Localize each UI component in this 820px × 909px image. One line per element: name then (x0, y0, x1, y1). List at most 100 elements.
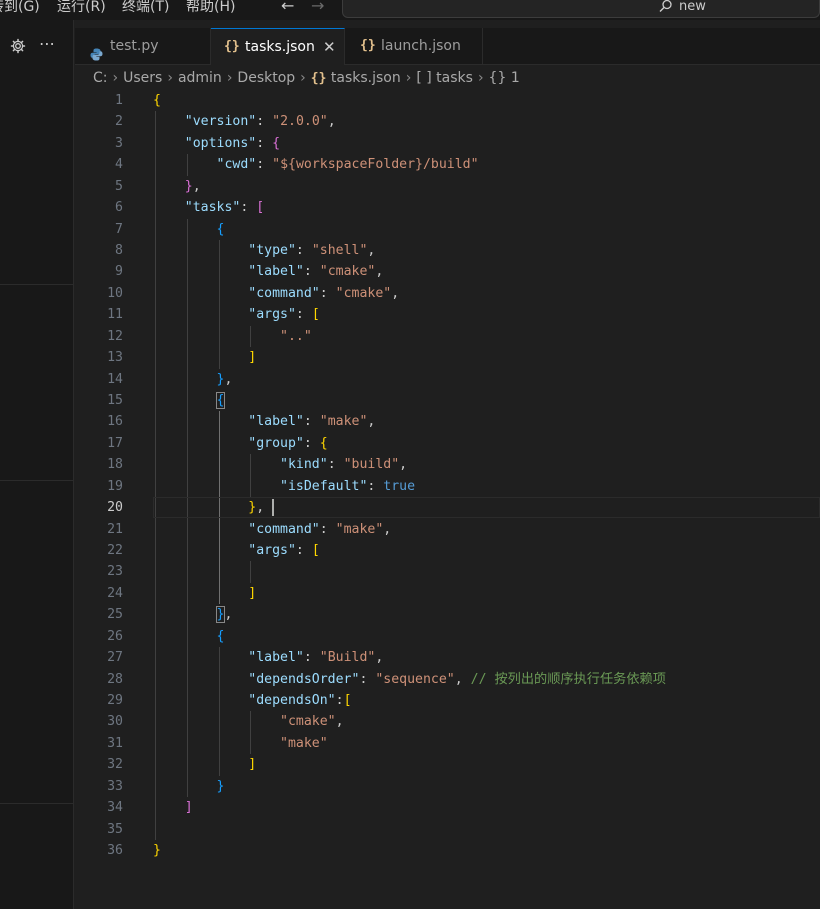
line-number: 1 (115, 93, 123, 108)
code-text: "tasks": [ (153, 197, 264, 218)
tab-label: test.py (110, 38, 159, 54)
code-text: } (153, 776, 225, 797)
code-token: "label" (248, 264, 304, 280)
code-line[interactable]: 21 "command": "make", (75, 519, 820, 540)
code-line[interactable]: 36} (75, 840, 820, 861)
code-line[interactable]: 16 "label": "make", (75, 411, 820, 432)
back-arrow-icon[interactable]: ← (281, 0, 294, 15)
code-line[interactable]: 22 "args": [ (75, 540, 820, 561)
breadcrumb-file[interactable]: tasks.json (331, 70, 401, 86)
code-line[interactable]: 31 "make" (75, 733, 820, 754)
tab-tasks-json[interactable]: {} tasks.json ✕ (211, 28, 345, 65)
code-line[interactable]: 25 }, (75, 604, 820, 625)
code-text: "dependsOn":[ (153, 690, 351, 711)
menu-terminal[interactable]: 终端(T) (122, 0, 169, 15)
code-line[interactable]: 24 ] (75, 583, 820, 604)
code-line[interactable]: 34 ] (75, 797, 820, 818)
code-line[interactable]: 15 { (75, 390, 820, 411)
code-line[interactable]: 28 "dependsOrder": "sequence", // 按列出的顺序… (75, 669, 820, 690)
code-token: , (367, 414, 376, 430)
tab-launch-json[interactable]: {} launch.json (345, 28, 483, 64)
code-line[interactable]: 33 } (75, 776, 820, 797)
line-number: 32 (107, 757, 123, 773)
code-line[interactable]: 18 "kind": "build", (75, 454, 820, 475)
code-text: "cmake", (153, 711, 344, 732)
code-line[interactable]: 1{ (75, 90, 820, 111)
code-token: , (224, 371, 233, 387)
code-line[interactable]: 30 "cmake", (75, 711, 820, 732)
code-line[interactable]: 35 (75, 819, 820, 840)
code-line[interactable]: 12 ".." (75, 326, 820, 347)
code-token: : (335, 693, 344, 709)
code-line[interactable]: 26 { (75, 626, 820, 647)
code-token: : (319, 521, 336, 537)
code-token: "cmake" (335, 285, 392, 301)
breadcrumb-item[interactable]: 1 (511, 70, 520, 86)
code-line[interactable]: 9 "label": "cmake", (75, 261, 820, 282)
code-line[interactable]: 2 "version": "2.0.0", (75, 111, 820, 132)
line-number: 29 (107, 693, 123, 709)
code-token: : (303, 435, 320, 451)
code-line[interactable]: 14 }, (75, 369, 820, 390)
code-line[interactable]: 11 "args": [ (75, 304, 820, 325)
code-line[interactable]: 17 "group": { (75, 433, 820, 454)
code-line[interactable]: 29 "dependsOn":[ (75, 690, 820, 711)
line-number: 36 (107, 843, 123, 859)
code-line[interactable]: 13 ] (75, 347, 820, 368)
code-token: , (375, 650, 384, 666)
line-number: 9 (115, 264, 123, 280)
code-text: ] (153, 754, 256, 775)
code-line[interactable]: 8 "type": "shell", (75, 240, 820, 261)
menu-run[interactable]: 运行(R) (57, 0, 106, 15)
code-line[interactable]: 7 { (75, 219, 820, 240)
menu-go[interactable]: 转到(G) (0, 0, 40, 15)
code-line[interactable]: 27 "label": "Build", (75, 647, 820, 668)
code-editor[interactable]: 1{2 "version": "2.0.0", 3 "options": {4 "… (75, 90, 820, 909)
gear-icon[interactable] (10, 38, 26, 58)
breadcrumb-users[interactable]: Users (123, 70, 162, 86)
code-line[interactable]: 6 "tasks": [ (75, 197, 820, 218)
code-token: ] (248, 585, 257, 601)
code-line[interactable]: 23 (75, 561, 820, 582)
line-number: 31 (107, 735, 123, 751)
breadcrumb-desktop[interactable]: Desktop (237, 70, 295, 86)
close-icon[interactable]: ✕ (323, 29, 336, 65)
code-line[interactable]: 32 ] (75, 754, 820, 775)
array-icon: [ ] (416, 70, 432, 86)
code-token: , (383, 521, 392, 537)
code-token: , (192, 178, 201, 194)
line-number: 3 (115, 135, 123, 151)
code-token: { (216, 221, 225, 237)
menu-help[interactable]: 帮助(H) (186, 0, 235, 15)
ellipsis-icon[interactable]: ⋯ (39, 36, 56, 52)
breadcrumb-tasks[interactable]: tasks (436, 70, 473, 86)
breadcrumb-admin[interactable]: admin (178, 70, 222, 86)
code-token: , (327, 114, 336, 130)
command-center-search[interactable]: new (342, 0, 820, 18)
code-line[interactable]: 10 "command": "cmake", (75, 283, 820, 304)
title-bar: 转到(G) 运行(R) 终端(T) 帮助(H) ← → new (0, 0, 820, 20)
chevron-right-icon: › (477, 70, 484, 86)
forward-arrow-icon[interactable]: → (311, 0, 324, 15)
code-line[interactable]: 3 "options": { (75, 133, 820, 154)
code-token: "command" (248, 285, 320, 301)
code-line[interactable]: 20 }, (75, 497, 820, 519)
side-panel: ⋯ (0, 20, 74, 909)
tab-test-py[interactable]: test.py (75, 28, 211, 64)
code-line[interactable]: 19 "isDefault": true (75, 476, 820, 497)
breadcrumb-drive[interactable]: C: (93, 70, 108, 86)
code-line[interactable]: 5 }, (75, 176, 820, 197)
code-line[interactable]: 4 "cwd": "${workspaceFolder}/build" (75, 154, 820, 175)
